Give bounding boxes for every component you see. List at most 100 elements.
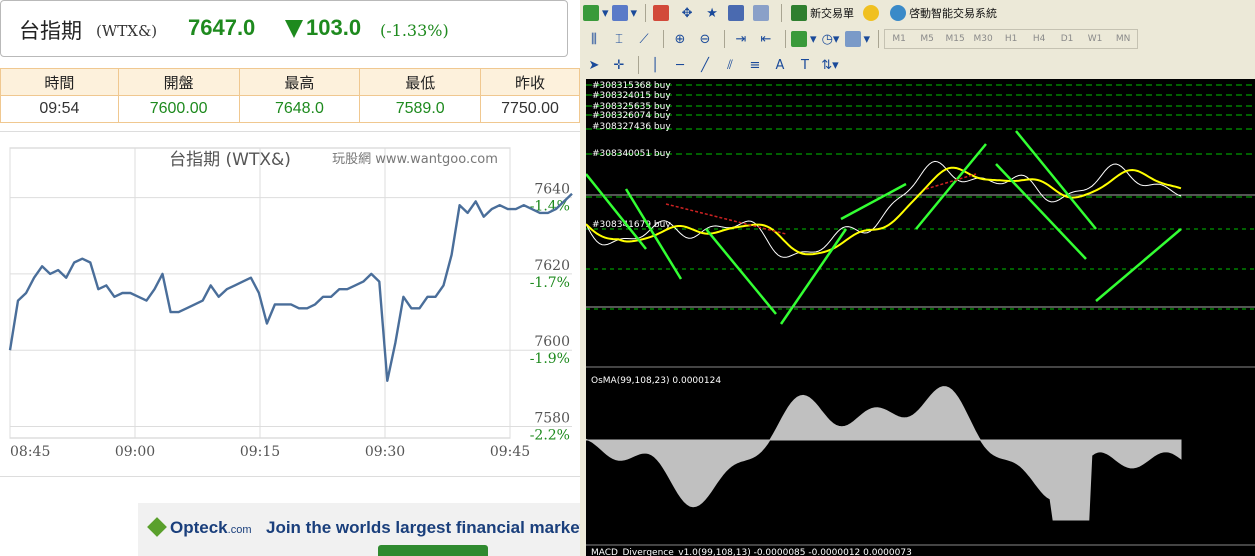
order-label: #308326074 buy: [592, 111, 671, 121]
line-chart-button[interactable]: ⟋: [633, 29, 655, 49]
terminal-button[interactable]: [726, 3, 748, 23]
trend-segment: [995, 163, 1087, 260]
auto-trading-button[interactable]: 啓動智能交易系統: [886, 3, 1001, 23]
periods-button[interactable]: ◷▾: [820, 29, 842, 49]
trendline-button[interactable]: ╱: [694, 55, 716, 75]
templates-button[interactable]: ▾: [844, 29, 870, 49]
order-label: #308340051 buy: [592, 149, 671, 159]
osma-label: OsMA(99,108,23) 0.0000124: [591, 376, 721, 386]
price-line: [8, 192, 573, 382]
toolbar-line-studies: ➤ ✛ │ ─ ╱ ⫽ ≡ A T ⇅▾: [583, 52, 844, 78]
ad-banner[interactable]: Opteck.com Join the worlds largest finan…: [138, 503, 580, 556]
x-tick-label: 08:45: [10, 444, 50, 460]
trading-chart-svg: #308315368 buy#308324015 buy#308325635 b…: [585, 81, 1255, 556]
pct-tick-label: -1.9%: [530, 351, 570, 367]
x-tick-label: 09:15: [240, 444, 280, 460]
y-tick-label: 7620: [534, 258, 570, 274]
templates-icon: [844, 31, 861, 47]
horizontal-line-button[interactable]: ─: [669, 55, 691, 75]
trading-chart: #308315368 buy #308324015 buy #308325635 b…: [585, 79, 1255, 556]
timeframe-m1[interactable]: M1: [885, 30, 913, 48]
price-series: [585, 160, 1182, 258]
value-low: 7589.0: [359, 95, 482, 123]
new-order-icon: [791, 5, 808, 21]
pct-tick-label: -2.2%: [530, 428, 570, 444]
last-price: 7647.0: [188, 15, 256, 40]
zoom-out-button[interactable]: ⊖: [694, 29, 716, 49]
quote-table: 時間 開盤 最高 最低 昨收 09:54 7600.00 7648.0 7589…: [0, 68, 580, 123]
opteck-logo-icon: [147, 517, 167, 537]
timeframe-m5[interactable]: M5: [913, 30, 941, 48]
new-chart-button[interactable]: ▾: [583, 3, 609, 23]
down-arrow-icon: [285, 20, 303, 38]
ad-logo: Opteck.com: [147, 517, 251, 538]
trend-segment: [1095, 228, 1182, 302]
candlestick-button[interactable]: ⌶: [608, 29, 630, 49]
equidistant-channel-button[interactable]: ⫽: [719, 55, 741, 75]
bar-chart-button[interactable]: ⫼: [583, 29, 605, 49]
tester-icon: [752, 5, 769, 21]
quote-panel: 台指期 (WTX&) 7647.0 103.0 (-1.33%) 時間 開盤 最…: [0, 0, 580, 556]
indicators-button[interactable]: ▾: [791, 29, 817, 49]
new-order-button[interactable]: 新交易單: [787, 3, 858, 23]
x-tick-label: 09:30: [365, 444, 405, 460]
zoom-in-button[interactable]: ⊕: [669, 29, 691, 49]
value-open: 7600.00: [117, 95, 240, 123]
favorites-button[interactable]: ★: [701, 3, 723, 23]
terminal-icon: [727, 5, 744, 21]
timeframe-h1[interactable]: H1: [997, 30, 1025, 48]
x-tick-label: 09:45: [490, 444, 530, 460]
text-button[interactable]: A: [769, 55, 791, 75]
price-change: 103.0: [306, 15, 362, 40]
auto-trading-label: 啓動智能交易系統: [909, 7, 998, 20]
ad-headline: Join the worlds largest financial market…: [266, 518, 580, 537]
chart-shift-button[interactable]: ⇤: [755, 29, 777, 49]
trend-segment: [585, 173, 647, 250]
toolbar-standard: ▾ ▾ ✥ ★ 新交易單 啓動智能交易系統: [583, 0, 1004, 26]
timeframe-h4[interactable]: H4: [1025, 30, 1053, 48]
tester-button[interactable]: [751, 3, 773, 23]
timeframe-d1[interactable]: D1: [1053, 30, 1081, 48]
macd-label: MACD_Divergence_v1.0(99,108,13) -0.00000…: [591, 548, 912, 556]
value-prev-close: 7750.00: [480, 95, 580, 123]
trend-segment: [840, 182, 907, 221]
vertical-line-button[interactable]: │: [644, 55, 666, 75]
value-high: 7648.0: [238, 95, 361, 123]
divider: [0, 131, 580, 132]
text-label-button[interactable]: T: [794, 55, 816, 75]
order-label: #308327436 buy: [592, 122, 671, 132]
x-tick-label: 09:00: [115, 444, 155, 460]
chart-subtitle: 玩股網 www.wantgoo.com: [332, 152, 498, 167]
quote-header: 台指期 (WTX&) 7647.0 103.0 (-1.33%): [0, 0, 568, 57]
crosshair-button[interactable]: ✛: [608, 55, 630, 75]
arrows-button[interactable]: ⇅▾: [819, 55, 841, 75]
market-watch-button[interactable]: [651, 3, 673, 23]
auto-trading-icon: [890, 5, 907, 21]
instrument-code: (WTX&): [96, 22, 158, 40]
intraday-chart: 台指期 (WTX&) 玩股網 www.wantgoo.com 08:45 09:0…: [0, 140, 580, 470]
header-high: 最高: [238, 68, 361, 96]
quote-table-value-row: 09:54 7600.00 7648.0 7589.0 7750.00: [0, 95, 580, 123]
chart-title: 台指期 (WTX&): [169, 150, 291, 170]
navigator-button[interactable]: ✥: [676, 3, 698, 23]
timeframe-mn[interactable]: MN: [1109, 30, 1137, 48]
fibonacci-button[interactable]: ≡: [744, 55, 766, 75]
profiles-button[interactable]: ▾: [611, 3, 637, 23]
metaeditor-button[interactable]: [861, 3, 883, 23]
value-time: 09:54: [0, 95, 119, 123]
timeframe-m15[interactable]: M15: [941, 30, 969, 48]
instrument-name: 台指期: [19, 19, 82, 43]
auto-scroll-button[interactable]: ⇥: [730, 29, 752, 49]
y-tick-label: 7580: [534, 411, 570, 427]
y-tick-label: 7640: [534, 182, 570, 198]
ad-cta-button[interactable]: [378, 545, 488, 556]
timeframe-w1[interactable]: W1: [1081, 30, 1109, 48]
chart-svg: 台指期 (WTX&) 玩股網 www.wantgoo.com 08:45 09:0…: [8, 147, 573, 460]
quote-table-header-row: 時間 開盤 最高 最低 昨收: [0, 68, 580, 96]
trend-segment: [705, 228, 777, 315]
indicators-icon: [791, 31, 807, 47]
cursor-button[interactable]: ➤: [583, 55, 605, 75]
order-label: #308324015 buy: [592, 91, 671, 101]
new-chart-icon: [583, 5, 599, 21]
timeframe-m30[interactable]: M30: [969, 30, 997, 48]
